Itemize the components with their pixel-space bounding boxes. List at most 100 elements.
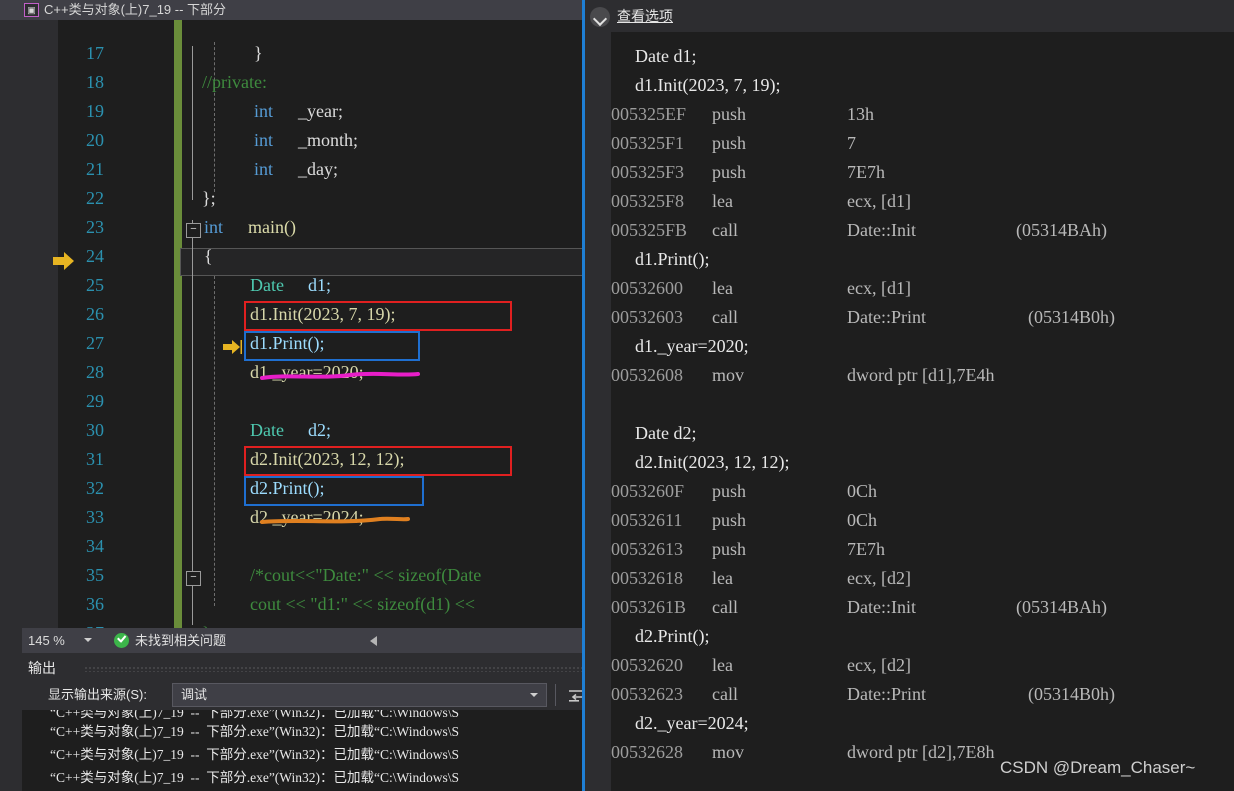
dasm-address: 005325F1	[611, 133, 685, 153]
chevron-down-circle-icon[interactable]	[590, 7, 610, 27]
view-options-link[interactable]: 查看选项	[617, 6, 673, 26]
line-number: 34	[86, 536, 104, 556]
dasm-address: 0053260F	[611, 481, 685, 501]
collapse-toggle-main[interactable]: −	[186, 223, 201, 238]
dasm-operand: Date::Print	[847, 307, 926, 327]
line-number: 17	[86, 43, 104, 63]
screenshot-root: ▣ C++类与对象(上)7_19 -- 下部分 17 18 19 20 21 2…	[0, 0, 1234, 791]
line-number: 25	[86, 275, 104, 295]
window-titlebar: ▣ C++类与对象(上)7_19 -- 下部分	[0, 0, 584, 20]
code-line-19-keyword: int	[254, 101, 274, 121]
dasm-source-line: d2.Init(2023, 12, 12);	[617, 452, 790, 472]
editor-margin[interactable]	[22, 20, 58, 628]
code-line-35: /*cout<<"Date:" << sizeof(Date	[250, 565, 482, 585]
check-circle-icon	[114, 633, 129, 648]
line-number: 26	[86, 304, 104, 324]
dasm-operand: Date::Init	[847, 220, 916, 240]
dasm-address: 005325EF	[611, 104, 687, 124]
dasm-address: 00532618	[611, 568, 683, 588]
dasm-address: 00532623	[611, 684, 683, 704]
code-line-22: };	[202, 188, 216, 208]
dasm-operand: 0Ch	[847, 481, 878, 501]
dasm-operand: 7	[847, 133, 856, 153]
line-number: 23	[86, 217, 104, 237]
line-number: 28	[86, 362, 104, 382]
dasm-address: 00532620	[611, 655, 683, 675]
annotation-underline-d1-year	[260, 371, 420, 380]
dasm-operand: dword ptr [d1],7E4h	[847, 365, 995, 385]
line-number: 19	[86, 101, 104, 121]
code-editor[interactable]: 17 18 19 20 21 22 23 24 25 26 27 28 29 3…	[22, 20, 584, 628]
dasm-operand: 0Ch	[847, 510, 878, 530]
output-source-label: 显示输出来源(S):	[48, 687, 147, 702]
dasm-opcode: push	[712, 133, 747, 153]
dasm-opcode: push	[712, 481, 747, 501]
dasm-address: 00532608	[611, 365, 683, 385]
vs-document-icon: ▣	[24, 3, 39, 17]
current-statement-arrow-icon	[223, 340, 242, 354]
dasm-address: 00532611	[611, 510, 683, 530]
line-number: 31	[86, 449, 104, 469]
collapse-toggle-comment[interactable]: −	[186, 571, 201, 586]
dasm-source-line: d1.Print();	[617, 249, 710, 269]
output-source-dropdown[interactable]: 调试	[172, 683, 547, 707]
output-line: “C++类与对象(上)7_19 -- 下部分.exe”(Win32)：已加载“C…	[50, 724, 459, 739]
dasm-source-line: d2._year=2024;	[617, 713, 749, 733]
line-number: 36	[86, 594, 104, 614]
line-number: 21	[86, 159, 104, 179]
line-number: 27	[86, 333, 104, 353]
indent-guide	[214, 42, 215, 192]
line-number: 32	[86, 478, 104, 498]
line-number: 18	[86, 72, 104, 92]
code-line-20-keyword: int	[254, 130, 274, 150]
code-line-21-name: _day;	[298, 159, 338, 179]
output-line: “C++类与对象(上)7_19 -- 下部分.exe”(Win32)：已加载“C…	[50, 770, 459, 785]
output-pane-title: 输出	[28, 660, 56, 676]
dasm-operand: ecx, [d1]	[847, 278, 911, 298]
problems-status-text: 未找到相关问题	[135, 633, 227, 648]
dasm-call-target-address: (05314B0h)	[1028, 684, 1115, 704]
dasm-opcode: push	[712, 539, 747, 559]
output-console[interactable]: “C++类与对象(上)7_19 -- 下部分.exe”(Win32)：已加载“C…	[22, 710, 583, 791]
chevron-left-icon[interactable]	[370, 636, 377, 646]
dasm-opcode: mov	[712, 742, 745, 762]
dasm-opcode: lea	[712, 568, 733, 588]
dasm-opcode: call	[712, 597, 738, 617]
disassembly-body[interactable]: Date d1; d1.Init(2023, 7, 19); 005325EF …	[585, 32, 1234, 791]
indent-guide	[192, 78, 193, 200]
code-line-30-type: Date	[250, 420, 284, 440]
dasm-operand: ecx, [d1]	[847, 191, 911, 211]
editor-pane: ▣ C++类与对象(上)7_19 -- 下部分 17 18 19 20 21 2…	[0, 0, 598, 791]
dasm-address: 00532600	[611, 278, 683, 298]
dasm-opcode: call	[712, 307, 738, 327]
dasm-opcode: mov	[712, 365, 745, 385]
dasm-address: 0053261B	[611, 597, 687, 617]
dasm-operand: ecx, [d2]	[847, 655, 911, 675]
line-number: 20	[86, 130, 104, 150]
output-source-value: 调试	[181, 687, 208, 702]
dasm-address: 005325F3	[611, 162, 685, 182]
chevron-down-icon[interactable]	[84, 638, 92, 642]
code-line-20-name: _month;	[298, 130, 359, 150]
dasm-operand: ecx, [d2]	[847, 568, 911, 588]
dasm-operand: Date::Init	[847, 597, 916, 617]
window-title: C++类与对象(上)7_19 -- 下部分	[44, 2, 227, 17]
code-line-23-fn: main()	[248, 217, 296, 237]
dasm-opcode: push	[712, 510, 747, 530]
dasm-address: 00532603	[611, 307, 683, 327]
dasm-opcode: lea	[712, 191, 733, 211]
zoom-level-value: 145 %	[28, 633, 65, 648]
chevron-down-icon[interactable]	[530, 693, 538, 697]
dasm-operand: 13h	[847, 104, 874, 124]
dasm-operand: 7E7h	[847, 162, 885, 182]
dasm-opcode: call	[712, 684, 738, 704]
drag-handle-dots[interactable]	[84, 666, 584, 672]
dasm-address: 005325FB	[611, 220, 688, 240]
disassembly-pane: 查看选项 Date d1; d1.Init(2023, 7, 19); 0053…	[585, 0, 1234, 791]
code-line-17: }	[254, 43, 263, 63]
annotation-box-init-call-d2	[244, 446, 512, 476]
code-line-23-keyword: int	[204, 217, 224, 237]
toolbar-separator	[555, 684, 556, 706]
dasm-address: 00532628	[611, 742, 683, 762]
editor-status-bar: 145 % 未找到相关问题	[22, 628, 584, 653]
